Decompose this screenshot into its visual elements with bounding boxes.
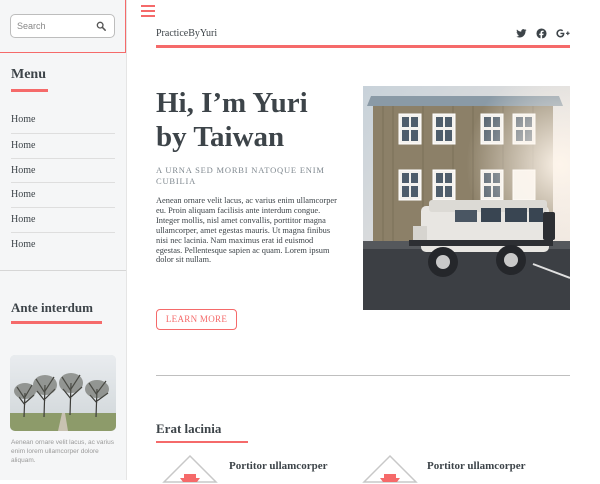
hero-image-house-and-jeep xyxy=(363,86,570,310)
features-heading-underline xyxy=(156,441,248,443)
aside-caption: Aenean ornare velit lacus, ac varius eni… xyxy=(11,439,114,464)
menu-item-home[interactable]: Home xyxy=(11,182,115,207)
google-plus-icon[interactable] xyxy=(556,28,570,39)
twitter-icon[interactable] xyxy=(516,28,527,39)
search-box[interactable] xyxy=(10,14,115,38)
hero-subtitle: A URNA SED MORBI NATOQUE ENIM CUBILIA xyxy=(156,165,325,186)
menu-item-home[interactable]: Home xyxy=(11,207,115,232)
aside-heading-underline xyxy=(11,321,102,324)
aside-thumbnail-trees[interactable] xyxy=(10,355,116,431)
facebook-icon[interactable] xyxy=(536,28,547,39)
hero-title-line-1: Hi, I’m Yuri xyxy=(156,87,308,119)
sidebar-divider xyxy=(0,270,126,271)
learn-more-button[interactable]: LEARN MORE xyxy=(156,309,237,330)
hero-body-text: Aenean ornare velit lacus, ac varius eni… xyxy=(156,196,337,265)
aside-heading: Ante interdum xyxy=(11,300,93,315)
menu-item-home[interactable]: Home xyxy=(11,132,115,158)
menu-item-home[interactable]: Home xyxy=(11,108,115,133)
features-heading: Erat lacinia xyxy=(156,421,222,436)
search-icon[interactable] xyxy=(96,21,106,31)
section-divider xyxy=(156,375,570,376)
menu-heading-underline xyxy=(11,89,48,92)
social-links xyxy=(516,28,570,39)
menu-item-home[interactable]: Home xyxy=(11,231,115,257)
feature-title-1: Portitor ullamcorper xyxy=(229,460,328,472)
menu-item-home[interactable]: Home xyxy=(11,157,115,183)
hamburger-menu-icon[interactable] xyxy=(141,5,155,17)
hero-title-line-2: by Taiwan xyxy=(156,121,285,153)
search-input[interactable] xyxy=(17,18,92,34)
hero-title: Hi, I’m Yuri by Taiwan xyxy=(156,86,356,154)
sidebar: Menu Home Home Home Home Home Home Ante … xyxy=(0,0,127,480)
header-underline xyxy=(156,45,570,48)
site-title[interactable]: PracticeByYuri xyxy=(156,28,217,39)
menu-list: Home Home Home Home Home Home xyxy=(11,108,115,257)
feature-title-2: Portitor ullamcorper xyxy=(427,460,526,472)
search-section xyxy=(0,0,126,53)
menu-heading: Menu xyxy=(11,67,46,82)
